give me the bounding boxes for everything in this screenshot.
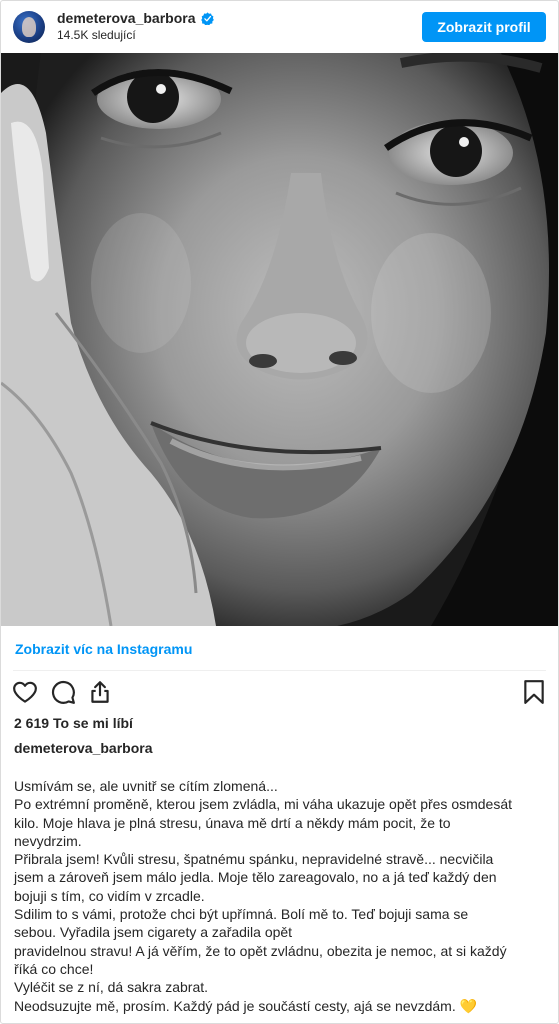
caption-line: Přibrala jsem! Kvůli stresu, špatnému sp… [14,851,494,868]
verified-badge-icon [200,11,214,25]
caption-line: kilo. Moje hlava je plná stresu, únava m… [14,814,451,831]
post-header: demeterova_barbora 14.5K sledující Zobra… [1,1,558,53]
caption-line: pravidelnou stravu! A já věřím, že to op… [14,942,507,959]
username[interactable]: demeterova_barbora [57,10,196,26]
instagram-embed-card: demeterova_barbora 14.5K sledující Zobra… [0,0,559,1024]
heart-icon[interactable] [12,679,38,705]
share-icon[interactable] [87,679,113,705]
username-row[interactable]: demeterova_barbora [57,10,214,26]
post-photo-image [1,53,558,626]
caption-line: Po extrémní proměně, kterou jsem zvládla… [14,796,513,813]
view-more-on-instagram-link[interactable]: Zobrazit víc na Instagramu [15,641,192,657]
caption-username[interactable]: demeterova_barbora [14,740,153,756]
caption-line: Usmívám se, ale uvnitř se cítím zlomená.… [14,778,278,794]
bookmark-icon[interactable] [521,679,547,705]
caption-line: bojuji s tím, co vidím v zrcadle. [14,887,205,904]
caption-line: jsem a zároveň jsem málo jedla. Moje těl… [14,869,497,886]
caption-line: říká co chce! [14,960,94,977]
like-count[interactable]: 2 619 To se mi líbí [14,715,133,731]
caption-line: sebou. Vyřadila jsem cigarety a zařadila… [14,924,293,941]
comment-icon[interactable] [50,679,76,705]
post-photo[interactable] [1,53,558,626]
divider [13,670,546,671]
caption-line: nevydrzim. [14,832,82,849]
caption-line: Vyléčit se z ní, dá sakra zabrat. [14,979,209,996]
follower-count: 14.5K sledující [57,28,136,42]
caption-line: Neodsuzujte mě, prosím. Každý pád je sou… [14,997,478,1014]
action-bar [1,679,558,709]
caption-line: Sdilim to s vámi, protože chci být upřím… [14,906,469,923]
like-count-number: 2 619 [14,715,50,731]
view-profile-button[interactable]: Zobrazit profil [422,12,546,42]
avatar[interactable] [13,11,45,43]
like-count-label: To se mi líbí [53,715,133,731]
post-caption: Usmívám se, ale uvnitř se cítím zlomená.… [14,777,549,1015]
